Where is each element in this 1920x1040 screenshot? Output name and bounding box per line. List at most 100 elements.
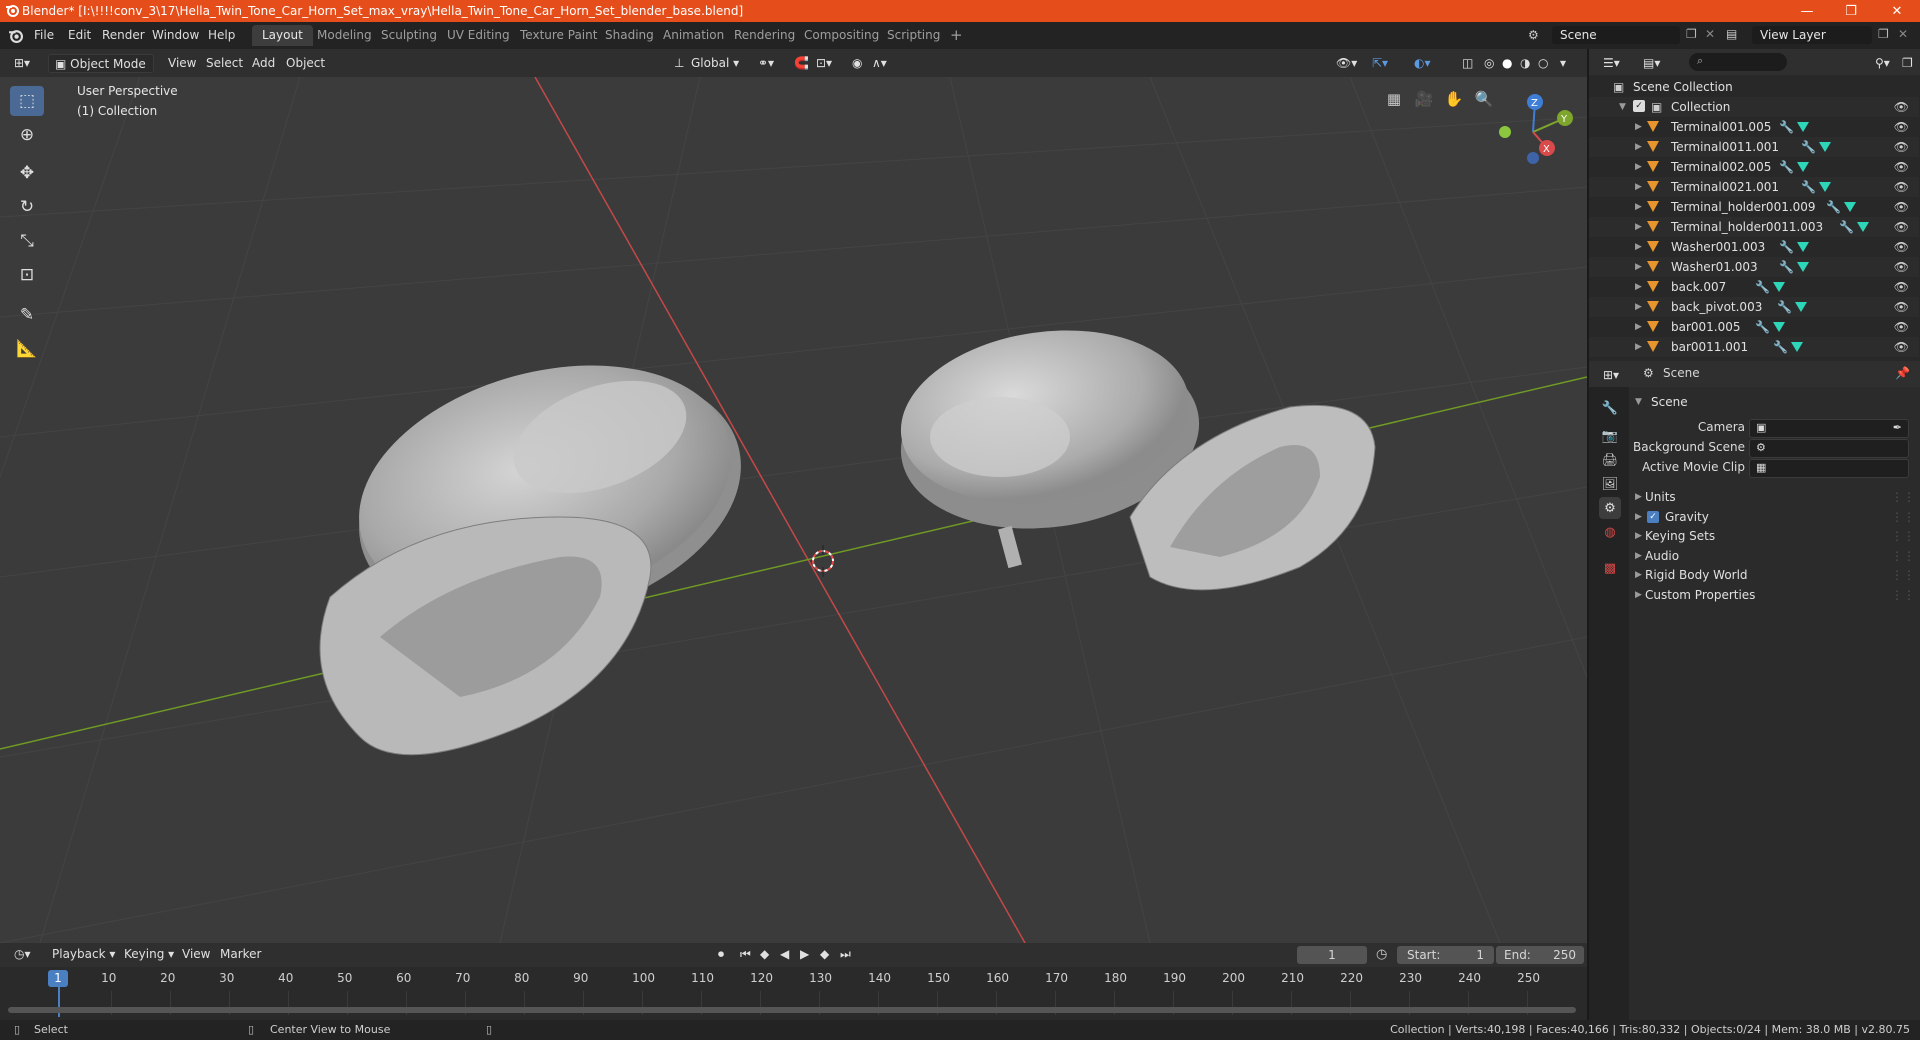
modifier-wrench-icon[interactable]: 🔧	[1779, 157, 1794, 177]
close-button[interactable]: ✕	[1874, 0, 1920, 22]
section-rigid-body-world[interactable]: ▶ Rigid Body World ⋮⋮	[1629, 565, 1919, 585]
expand-icon[interactable]: ▶	[1635, 337, 1642, 357]
falloff-icon[interactable]: ∧▾	[866, 54, 893, 73]
view-layer-field[interactable]: View Layer	[1752, 26, 1872, 44]
view-layer-icon[interactable]: ▤	[1726, 27, 1737, 41]
jump-end-button[interactable]: ⏭	[834, 945, 857, 964]
modifier-wrench-icon[interactable]: 🔧	[1826, 197, 1841, 217]
eye-icon[interactable]: 👁	[1894, 197, 1909, 217]
expand-icon[interactable]: ▶	[1635, 137, 1642, 157]
menu-playback[interactable]: Playback ▾	[46, 945, 121, 964]
mesh-data-icon[interactable]	[1797, 122, 1809, 132]
outliner-scene-collection[interactable]: ▣ Scene Collection	[1589, 77, 1919, 97]
mesh-data-icon[interactable]	[1791, 342, 1803, 352]
minimize-button[interactable]: —	[1784, 0, 1830, 22]
modifier-wrench-icon[interactable]: 🔧	[1779, 237, 1794, 257]
mesh-data-icon[interactable]	[1773, 282, 1785, 292]
modifier-wrench-icon[interactable]: 🔧	[1801, 177, 1816, 197]
menu-render[interactable]: Render	[102, 28, 145, 42]
mesh-data-icon[interactable]	[1819, 182, 1831, 192]
next-keyframe-button[interactable]: ◆	[814, 945, 835, 964]
outliner-item[interactable]: ▶ back_pivot.003 🔧 👁	[1589, 297, 1919, 317]
menu-object[interactable]: Object	[280, 54, 331, 73]
orientation-select[interactable]: Global ▾	[685, 54, 745, 73]
scene-icon[interactable]: ⚙	[1528, 28, 1539, 42]
eye-icon[interactable]: 👁	[1894, 337, 1909, 357]
menu-view[interactable]: View	[162, 54, 202, 73]
outliner-collection[interactable]: ▼ ✓ ▣ Collection 👁	[1589, 97, 1919, 117]
blender-menu-icon[interactable]	[8, 28, 23, 43]
new-view-layer-icon[interactable]: ❐	[1878, 27, 1889, 41]
modifier-wrench-icon[interactable]: 🔧	[1839, 217, 1854, 237]
expand-icon[interactable]: ▶	[1635, 217, 1642, 237]
outliner-item[interactable]: ▶ bar0011.001 🔧 👁	[1589, 337, 1919, 357]
3d-viewport[interactable]: User Perspective (1) Collection ▦ 🎥 ✋ 🔍 …	[0, 77, 1587, 943]
play-reverse-button[interactable]: ◀	[774, 945, 795, 964]
horn-left[interactable]	[319, 327, 769, 756]
editor-type-icon[interactable]: ⊞▾	[8, 54, 36, 73]
tab-sculpting[interactable]: Sculpting	[371, 25, 447, 46]
mesh-data-icon[interactable]	[1797, 262, 1809, 272]
eye-icon[interactable]: 👁	[1894, 257, 1909, 277]
auto-keying-icon[interactable]: ◷	[1376, 947, 1387, 962]
camera-field[interactable]: ▣ ✒	[1749, 419, 1909, 438]
pin-icon[interactable]: 📌	[1895, 366, 1910, 380]
expand-icon[interactable]: ▶	[1635, 177, 1642, 197]
delete-scene-icon[interactable]: ✕	[1705, 27, 1715, 41]
select-box-tool-icon[interactable]: ⬚	[10, 86, 44, 116]
end-frame-field[interactable]: End: 250	[1496, 946, 1584, 964]
drag-handle-icon[interactable]: ⋮⋮	[1891, 507, 1915, 527]
mesh-data-icon[interactable]	[1857, 222, 1869, 232]
play-button[interactable]: ▶	[794, 945, 815, 964]
display-mode-icon[interactable]: ▤▾	[1637, 54, 1666, 73]
scene-field[interactable]: Scene	[1552, 26, 1680, 44]
eye-icon[interactable]: 👁	[1894, 217, 1909, 237]
drag-handle-icon[interactable]: ⋮⋮	[1891, 526, 1915, 546]
maximize-button[interactable]: ❐	[1828, 0, 1874, 22]
current-frame-field[interactable]: 1	[1297, 946, 1367, 964]
zoom-icon[interactable]: 🔍	[1470, 85, 1498, 113]
navigation-gizmo[interactable]: Z Y X	[1495, 90, 1575, 170]
transform-tool-icon[interactable]: ⊡	[10, 260, 44, 290]
outliner-editor-type-icon[interactable]: ☰▾	[1597, 54, 1626, 73]
output-tab-icon[interactable]: 🖨	[1599, 449, 1621, 471]
expand-icon[interactable]: ▶	[1635, 297, 1642, 317]
mesh-data-icon[interactable]	[1773, 322, 1785, 332]
tab-texture-paint[interactable]: Texture Paint	[510, 25, 607, 46]
collection-checkbox[interactable]: ✓	[1633, 100, 1645, 112]
outliner-item[interactable]: ▶ Terminal_holder001.009 🔧 👁	[1589, 197, 1919, 217]
eye-icon[interactable]: 👁	[1894, 297, 1909, 317]
expand-icon[interactable]: ▶	[1635, 157, 1642, 177]
outliner-item[interactable]: ▶ Terminal_holder0011.003 🔧 👁	[1589, 217, 1919, 237]
eye-icon[interactable]: 👁	[1894, 277, 1909, 297]
drag-handle-icon[interactable]: ⋮⋮	[1891, 487, 1915, 507]
expand-icon[interactable]: ▶	[1635, 237, 1642, 257]
measure-tool-icon[interactable]: 📐	[10, 334, 44, 364]
outliner-item[interactable]: ▶ Terminal0011.001 🔧 👁	[1589, 137, 1919, 157]
modifier-wrench-icon[interactable]: 🔧	[1755, 277, 1770, 297]
move-tool-icon[interactable]: ✥	[10, 158, 44, 188]
record-button[interactable]: ⏺	[712, 945, 730, 964]
outliner-item[interactable]: ▶ Terminal002.005 🔧 👁	[1589, 157, 1919, 177]
eye-icon[interactable]: 👁	[1894, 117, 1909, 137]
section-keying-sets[interactable]: ▶ Keying Sets ⋮⋮	[1629, 526, 1919, 546]
section-gravity[interactable]: ▶ ✓ Gravity ⋮⋮	[1629, 507, 1919, 527]
pivot-icon[interactable]: ⚭▾	[752, 54, 780, 73]
mode-select[interactable]: ▣ Object Mode ▾	[48, 54, 154, 90]
rotate-tool-icon[interactable]: ↻	[10, 192, 44, 222]
outliner-item[interactable]: ▶ Terminal0021.001 🔧 👁	[1589, 177, 1919, 197]
eye-icon[interactable]: 👁	[1894, 237, 1909, 257]
menu-select[interactable]: Select	[200, 54, 249, 73]
drag-handle-icon[interactable]: ⋮⋮	[1891, 546, 1915, 566]
render-tab-icon[interactable]: 📷	[1599, 425, 1621, 447]
timeline-scrollbar[interactable]	[8, 1007, 1576, 1013]
eye-icon[interactable]: 👁	[1894, 317, 1909, 337]
scene-field[interactable]: ⚙	[1749, 439, 1909, 458]
outliner-item[interactable]: ▶ bar001.005 🔧 👁	[1589, 317, 1919, 337]
gizmo-toggle-icon[interactable]: ⇱▾	[1366, 54, 1394, 73]
modifier-wrench-icon[interactable]: 🔧	[1777, 297, 1792, 317]
properties-editor-type-icon[interactable]: ⊞▾	[1597, 366, 1625, 385]
collapse-icon[interactable]: ▼	[1619, 97, 1626, 117]
outliner-item[interactable]: ▶ Washer001.003 🔧 👁	[1589, 237, 1919, 257]
annotate-tool-icon[interactable]: ✎	[10, 300, 44, 330]
